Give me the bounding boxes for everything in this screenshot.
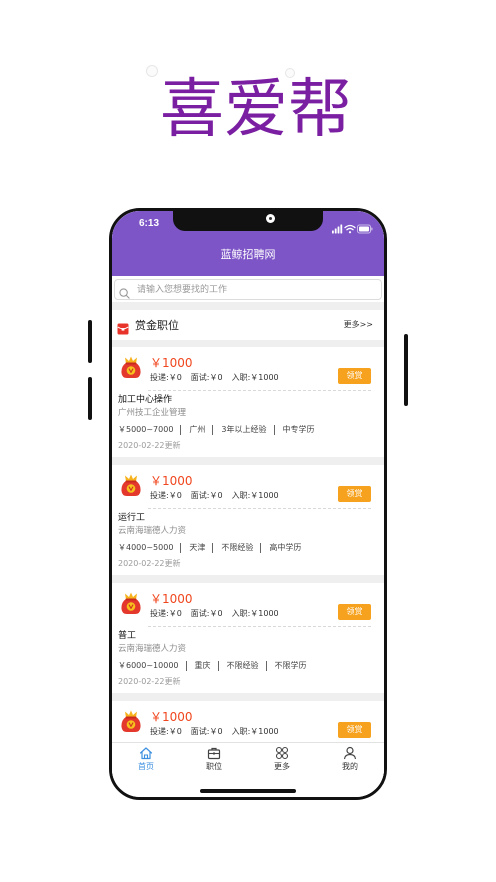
onboard-reward: 入职:￥1000 — [231, 609, 279, 618]
status-time: 6:13 — [139, 218, 160, 229]
reward-amount: ￥1000 — [150, 474, 193, 488]
job-city: 广州 — [180, 425, 205, 435]
search-box[interactable] — [114, 279, 382, 300]
power-button — [404, 334, 408, 406]
interview-reward: 面试:￥0 — [190, 373, 223, 382]
tab-home[interactable]: 首页 — [112, 743, 180, 778]
tab-more[interactable]: 更多 — [248, 743, 316, 778]
job-details: ￥6000~10000 重庆 不限经验 不限学历 — [118, 661, 307, 671]
job-card[interactable]: ￥1000 投递:￥0 面试:￥0 入职:￥1000 领赏 加工中心操作 广州技… — [112, 347, 384, 457]
search-bar — [112, 276, 384, 302]
delivery-reward: 投递:￥0 — [150, 491, 182, 500]
claim-reward-button[interactable]: 领赏 — [338, 604, 371, 620]
section-header: 赏金职位 更多>> — [112, 310, 384, 340]
job-city: 重庆 — [185, 661, 211, 671]
job-card[interactable]: ￥1000 投递:￥0 面试:￥0 入职:￥1000 领赏 普工 云南海瑞德人力… — [112, 583, 384, 693]
reward-amount: ￥1000 — [150, 356, 193, 370]
updated-date: 2020-02-22更新 — [118, 559, 181, 568]
briefcase-icon — [207, 746, 221, 760]
search-input[interactable] — [137, 282, 367, 297]
job-list: ￥1000 投递:￥0 面试:￥0 入职:￥1000 领赏 加工中心操作 广州技… — [112, 340, 384, 742]
company-name: 广州技工企业管理 — [118, 408, 187, 418]
battery-icon — [357, 219, 373, 234]
tab-label: 职位 — [206, 762, 222, 771]
job-title: 普工 — [118, 631, 137, 641]
salary-range: ￥4000~5000 — [118, 543, 174, 552]
delivery-reward: 投递:￥0 — [150, 373, 182, 382]
experience-requirement: 不限经验 — [217, 661, 259, 671]
job-details: ￥5000~7000 广州 3年以上经验 中专学历 — [118, 425, 315, 435]
grid-icon — [275, 746, 289, 760]
claim-reward-button[interactable]: 领赏 — [338, 486, 371, 502]
camera-icon — [266, 214, 275, 223]
job-city: 天津 — [180, 543, 205, 553]
tab-label: 更多 — [274, 762, 290, 771]
status-icons — [332, 219, 374, 234]
dotted-divider — [148, 626, 371, 627]
dotted-divider — [148, 508, 371, 509]
job-card[interactable]: ￥1000 投递:￥0 面试:￥0 入职:￥1000 领赏 运行工 云南海瑞德人… — [112, 465, 384, 575]
tab-profile[interactable]: 我的 — [316, 743, 384, 778]
section-divider — [112, 302, 384, 310]
job-title: 运行工 — [118, 513, 146, 523]
reward-breakdown: 投递:￥0 面试:￥0 入职:￥1000 — [150, 491, 288, 501]
more-link[interactable]: 更多>> — [344, 320, 373, 330]
interview-reward: 面试:￥0 — [190, 491, 223, 500]
interview-reward: 面试:￥0 — [190, 609, 223, 618]
reward-bag-icon — [120, 473, 142, 497]
job-title: 加工中心操作 — [118, 395, 173, 405]
updated-date: 2020-02-22更新 — [118, 441, 181, 450]
claim-reward-button[interactable]: 领赏 — [338, 368, 371, 384]
red-packet-icon — [117, 320, 129, 335]
interview-reward: 面试:￥0 — [190, 727, 223, 736]
education-requirement: 不限学历 — [265, 661, 307, 671]
tab-jobs[interactable]: 职位 — [180, 743, 248, 778]
updated-date: 2020-02-22更新 — [118, 677, 181, 686]
onboard-reward: 入职:￥1000 — [231, 373, 279, 382]
home-icon — [139, 746, 153, 760]
volume-down-button — [88, 377, 92, 420]
education-requirement: 中专学历 — [273, 425, 315, 435]
education-requirement: 高中学历 — [260, 543, 301, 553]
reward-bag-icon — [120, 591, 142, 615]
company-name: 云南海瑞德人力资 — [118, 644, 187, 654]
reward-amount: ￥1000 — [150, 710, 193, 724]
delivery-reward: 投递:￥0 — [150, 727, 182, 736]
phone-screen: 6:13 蓝鲸招聘网 请输入您想要找的工作 赏金职位 更多>> ￥1000 投递… — [112, 211, 384, 797]
signal-icon — [332, 219, 344, 234]
experience-requirement: 3年以上经验 — [212, 425, 267, 435]
job-card[interactable]: ￥1000 投递:￥0 面试:￥0 入职:￥1000 领赏 — [112, 701, 384, 742]
search-icon — [119, 284, 130, 299]
decor-bubble — [285, 68, 295, 78]
decor-bubble — [146, 65, 158, 77]
reward-bag-icon — [120, 355, 142, 379]
reward-breakdown: 投递:￥0 面试:￥0 入职:￥1000 — [150, 609, 288, 619]
tab-label: 首页 — [138, 762, 154, 771]
dotted-divider — [148, 390, 371, 391]
experience-requirement: 不限经验 — [212, 543, 253, 553]
reward-amount: ￥1000 — [150, 592, 193, 606]
phone-frame: 6:13 蓝鲸招聘网 请输入您想要找的工作 赏金职位 更多>> ￥1000 投递… — [109, 208, 387, 800]
phone-notch — [173, 211, 323, 231]
promo-title: 喜爱帮 — [160, 73, 352, 147]
volume-up-button — [88, 320, 92, 363]
onboard-reward: 入职:￥1000 — [231, 727, 279, 736]
tab-label: 我的 — [342, 762, 358, 771]
wifi-icon — [344, 219, 357, 234]
user-icon — [343, 746, 357, 760]
section-title: 赏金职位 — [135, 319, 179, 332]
onboard-reward: 入职:￥1000 — [231, 491, 279, 500]
claim-reward-button[interactable]: 领赏 — [338, 722, 371, 738]
page-title: 蓝鲸招聘网 — [220, 248, 276, 261]
salary-range: ￥5000~7000 — [118, 425, 174, 434]
reward-breakdown: 投递:￥0 面试:￥0 入职:￥1000 — [150, 373, 288, 383]
reward-breakdown: 投递:￥0 面试:￥0 入职:￥1000 — [150, 727, 288, 737]
home-indicator[interactable] — [200, 789, 296, 793]
company-name: 云南海瑞德人力资 — [118, 526, 187, 536]
job-details: ￥4000~5000 天津 不限经验 高中学历 — [118, 543, 301, 553]
salary-range: ￥6000~10000 — [118, 661, 179, 670]
reward-bag-icon — [120, 709, 142, 733]
delivery-reward: 投递:￥0 — [150, 609, 182, 618]
bottom-tab-bar: 首页 职位 更多 我的 — [112, 742, 384, 778]
